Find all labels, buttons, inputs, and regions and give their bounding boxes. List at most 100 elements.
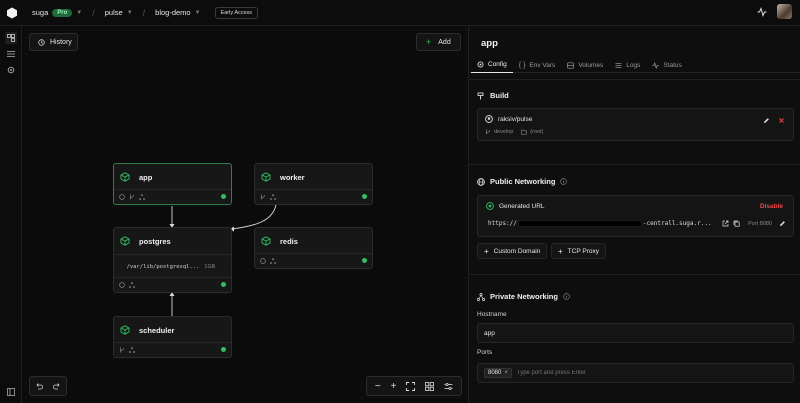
chevron-down-icon[interactable]: ▼ (76, 10, 82, 16)
node-footer (114, 342, 231, 357)
divider (469, 79, 800, 80)
tab-logs[interactable]: Logs (609, 57, 646, 73)
external-link-icon[interactable] (722, 220, 729, 227)
tab-env-vars[interactable]: { } Env Vars (513, 57, 562, 73)
git-branch-icon (486, 129, 490, 135)
status-indicator (362, 194, 367, 199)
tab-label: Env Vars (529, 61, 556, 69)
list-nav-icon[interactable] (5, 48, 17, 60)
close-icon[interactable]: × (504, 370, 508, 376)
network-icon (270, 194, 276, 200)
node-name: redis (280, 236, 298, 246)
left-rail (0, 26, 22, 403)
cube-icon (120, 172, 130, 182)
generated-url-value[interactable]: https:// -centrall.suga.r... Port 8080 (488, 220, 786, 227)
network-icon (477, 292, 485, 301)
avatar[interactable] (777, 4, 792, 19)
node-footer (114, 189, 231, 204)
gear-icon[interactable] (5, 64, 17, 76)
undo-redo-group (29, 376, 67, 396)
panel-toggle-icon[interactable] (5, 386, 17, 398)
zoom-in-icon[interactable]: + (391, 381, 397, 392)
project-name[interactable]: pulse (105, 8, 123, 17)
port-chip[interactable]: 8080 × (484, 368, 512, 378)
tab-label: Config (488, 61, 507, 68)
git-branch-icon (261, 194, 265, 200)
public-networking-title: Public Networking (477, 177, 568, 186)
panel-title: app (481, 38, 498, 49)
edit-icon[interactable] (779, 220, 786, 227)
git-branch-icon (120, 347, 124, 353)
connector-lines (169, 204, 277, 316)
tcp-proxy-label: TCP Proxy (567, 247, 599, 255)
undo-icon[interactable] (35, 382, 43, 390)
tcp-proxy-button[interactable]: + TCP Proxy (551, 243, 606, 259)
custom-domain-button[interactable]: + Custom Domain (477, 243, 548, 259)
hostname-field[interactable]: app (477, 323, 794, 343)
info-icon[interactable] (563, 293, 570, 300)
plan-badge: Pro (52, 8, 73, 17)
chevron-down-icon[interactable]: ▼ (195, 10, 201, 16)
refresh-icon[interactable] (224, 264, 225, 270)
ports-field[interactable]: 8080 × (477, 363, 794, 383)
divider (469, 164, 800, 165)
build-source-card[interactable]: raksiv/pulse develop (root) (477, 108, 794, 141)
copy-icon[interactable] (733, 220, 740, 227)
disable-button[interactable]: Disable (760, 203, 783, 210)
workspace-name[interactable]: suga (32, 8, 48, 17)
edit-icon[interactable] (763, 117, 770, 124)
chevron-down-icon[interactable]: ▼ (127, 10, 133, 16)
braces-icon: { } (518, 61, 526, 69)
service-node-scheduler[interactable]: scheduler (113, 316, 232, 358)
activity-icon[interactable] (757, 6, 767, 17)
tab-config[interactable]: Config (471, 57, 513, 73)
info-icon[interactable] (560, 178, 568, 185)
node-header: postgres (114, 228, 231, 254)
globe-icon (477, 177, 485, 186)
network-icon (270, 258, 276, 264)
hostname-value: app (484, 329, 495, 337)
tab-volumes[interactable]: Volumes (561, 57, 609, 73)
canvas-toolbar: − + (366, 376, 462, 396)
network-icon (139, 194, 145, 200)
close-icon[interactable] (778, 117, 785, 124)
plus-icon: + (558, 246, 563, 256)
globe-icon (119, 194, 125, 200)
sliders-icon[interactable] (444, 382, 453, 391)
service-config-panel: app Config { } Env Vars Volumes Logs Sta… (468, 26, 800, 403)
status-indicator (221, 194, 226, 199)
generated-url-card: Generated URL Disable https:// -centrall… (477, 195, 794, 237)
fit-view-icon[interactable] (406, 381, 416, 391)
repo-actions (763, 117, 785, 124)
generated-url-label: Generated URL (499, 202, 545, 210)
database-icon (567, 61, 575, 69)
pulse-icon (652, 61, 660, 69)
hostname-label: Hostname (477, 311, 507, 318)
section-title-text: Build (490, 91, 509, 100)
hammer-icon (477, 92, 484, 99)
repo-meta: develop (root) (485, 129, 543, 135)
zoom-out-icon[interactable]: − (375, 381, 381, 392)
architecture-canvas[interactable]: History + Add app worker postgres /var/l… (22, 26, 468, 403)
cube-icon (120, 236, 130, 246)
suga-logo-icon[interactable] (6, 7, 18, 19)
service-node-app[interactable]: app (113, 163, 232, 205)
status-indicator (221, 282, 226, 287)
network-icon (129, 347, 135, 353)
database-node-postgres[interactable]: postgres /var/lib/postgresql... 1GB (113, 227, 232, 293)
service-node-worker[interactable]: worker (254, 163, 373, 205)
early-access-badge: Early Access (214, 6, 259, 19)
grid-layout-icon[interactable] (425, 381, 435, 391)
volume-path: /var/lib/postgresql... (126, 264, 200, 270)
volume-row[interactable]: /var/lib/postgresql... 1GB (114, 254, 231, 279)
port-input[interactable] (516, 370, 637, 376)
canvas-nav-icon[interactable] (5, 32, 17, 44)
service-node-redis[interactable]: redis (254, 227, 373, 269)
node-footer (255, 253, 372, 268)
redo-icon[interactable] (53, 382, 61, 390)
environment-name[interactable]: blog-demo (155, 8, 190, 17)
breadcrumb: suga Pro ▼ / pulse ▼ / blog-demo ▼ Early… (32, 6, 259, 19)
globe-icon (119, 282, 125, 288)
network-icon (129, 282, 135, 288)
tab-status[interactable]: Status (646, 57, 687, 73)
